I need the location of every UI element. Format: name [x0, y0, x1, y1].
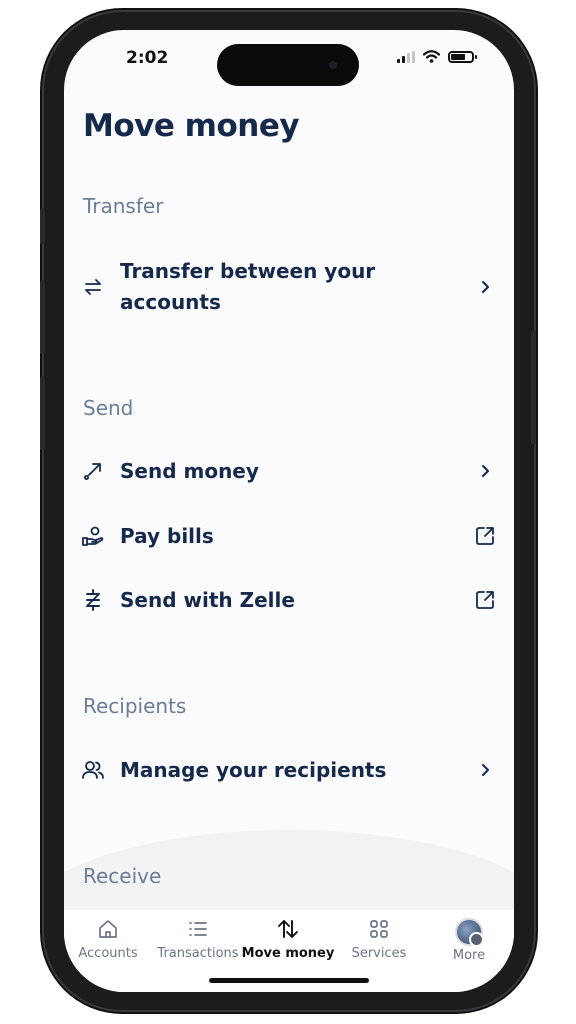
pay-bills-label: Pay bills — [120, 523, 214, 548]
transfer-arrows-icon — [80, 274, 106, 300]
grid-icon — [370, 920, 388, 938]
manage-recipients-label: Manage your recipients — [120, 757, 387, 782]
page-title: Move money — [83, 108, 300, 144]
status-icons — [397, 50, 477, 63]
silent-switch — [40, 208, 45, 244]
dynamic-island — [217, 44, 359, 86]
chevron-right-icon — [472, 757, 498, 783]
avatar — [455, 918, 484, 947]
section-heading-send: Send — [83, 396, 134, 420]
send-with-zelle-label: Send with Zelle — [120, 587, 295, 612]
volume-down-button — [40, 376, 45, 450]
section-heading-recipients: Recipients — [83, 694, 187, 718]
tab-label-accounts: Accounts — [78, 946, 138, 961]
tab-label-transactions: Transactions — [157, 946, 239, 961]
transfer-label-line-2: accounts — [120, 290, 221, 314]
wifi-icon — [423, 50, 440, 63]
send-money-row[interactable]: Send money — [80, 451, 498, 491]
up-down-arrows-icon — [278, 920, 298, 938]
tab-services[interactable]: Services — [333, 918, 425, 961]
external-link-icon — [472, 587, 498, 613]
camera-dot — [329, 61, 337, 69]
pay-bills-row[interactable]: Pay bills — [80, 516, 498, 556]
home-icon — [99, 920, 117, 938]
home-indicator — [209, 978, 369, 983]
zelle-icon — [80, 587, 106, 613]
screen: 2:02 Move money Transfer Transfer betwee… — [64, 30, 514, 992]
volume-up-button — [40, 280, 45, 354]
hand-coin-icon — [80, 523, 106, 549]
battery-icon — [448, 50, 477, 63]
tab-transactions[interactable]: Transactions — [152, 918, 244, 961]
tab-more[interactable]: More — [423, 918, 514, 963]
manage-recipients-row[interactable]: Manage your recipients — [80, 750, 498, 790]
status-time: 2:02 — [126, 48, 169, 68]
external-link-icon — [472, 523, 498, 549]
tab-label-services: Services — [351, 946, 407, 961]
people-icon — [80, 757, 106, 783]
section-heading-transfer: Transfer — [83, 194, 164, 218]
list-icon — [189, 922, 207, 936]
cellular-signal-icon — [397, 50, 415, 63]
tab-label-move-money: Move money — [241, 946, 335, 961]
tab-move-money[interactable]: Move money — [242, 918, 334, 961]
transfer-between-accounts-label: Transfer between your accounts — [120, 256, 472, 318]
chevron-right-icon — [472, 274, 498, 300]
tab-label-more: More — [452, 948, 486, 963]
tab-accounts[interactable]: Accounts — [64, 918, 154, 961]
chevron-right-icon — [472, 458, 498, 484]
send-money-label: Send money — [120, 458, 259, 483]
avatar-badge — [469, 932, 484, 947]
transfer-between-accounts-row[interactable]: Transfer between your accounts — [80, 256, 498, 318]
power-button — [531, 330, 536, 444]
transfer-label-line-1: Transfer between your — [120, 259, 376, 283]
section-heading-receive: Receive — [83, 864, 162, 888]
send-arrow-icon — [80, 458, 106, 484]
send-with-zelle-row[interactable]: Send with Zelle — [80, 580, 498, 620]
